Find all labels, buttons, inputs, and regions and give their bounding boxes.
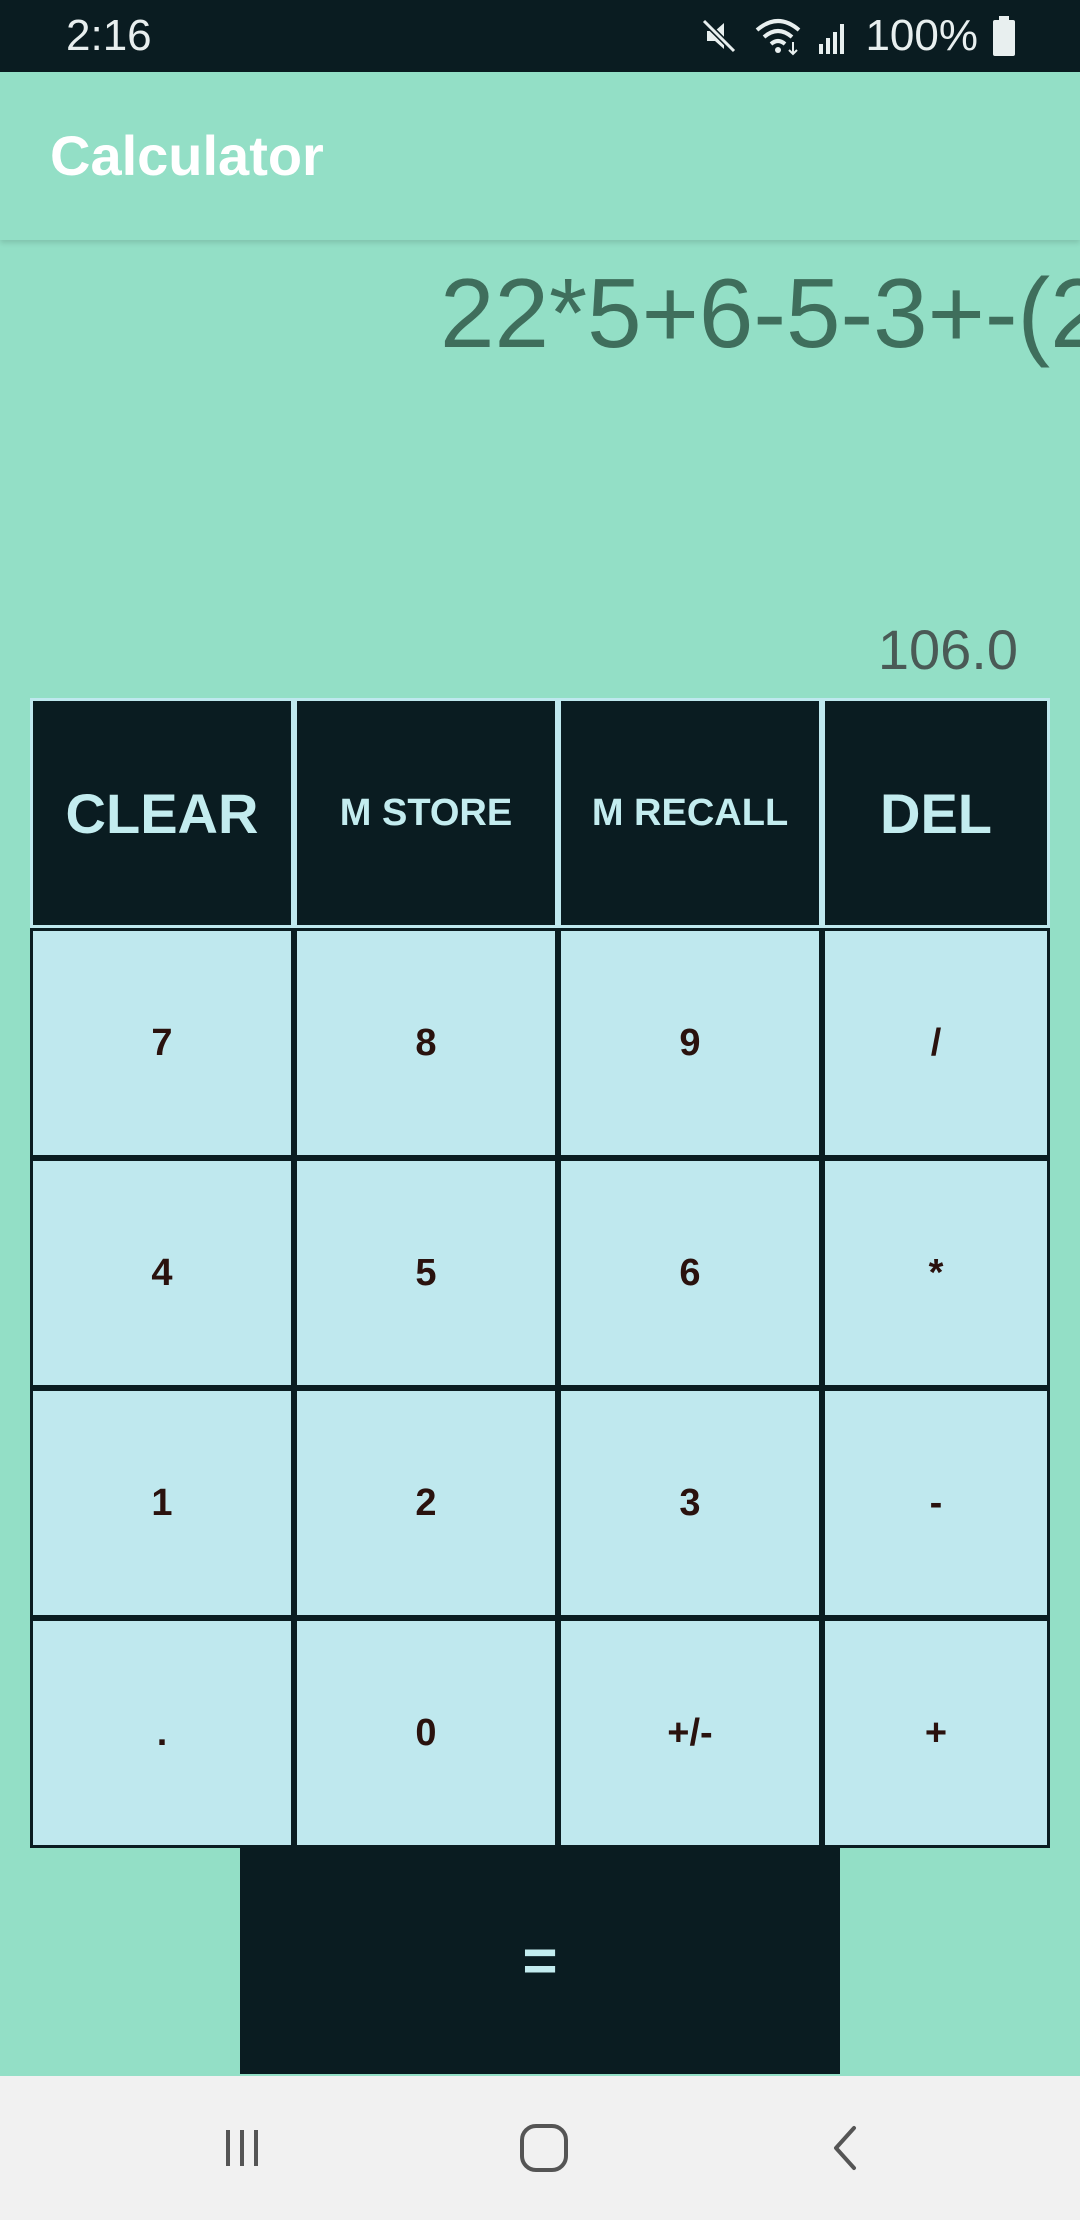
digit-5-button[interactable]: 5 — [294, 1158, 558, 1388]
digit-4-button[interactable]: 4 — [30, 1158, 294, 1388]
add-button[interactable]: + — [822, 1618, 1050, 1848]
digit-0-button[interactable]: 0 — [294, 1618, 558, 1848]
digit-6-button[interactable]: 6 — [558, 1158, 822, 1388]
back-icon[interactable] — [810, 2112, 882, 2184]
function-row: CLEAR M STORE M RECALL DEL — [30, 698, 1050, 928]
equals-button[interactable]: = — [240, 1846, 840, 2074]
battery-percent: 100% — [865, 11, 978, 60]
divide-button[interactable]: / — [822, 928, 1050, 1158]
result-text: 106.0 — [877, 618, 1018, 681]
decimal-button[interactable]: . — [30, 1618, 294, 1848]
key-row-2: 4 5 6 * — [30, 1158, 1050, 1388]
multiply-button[interactable]: * — [822, 1158, 1050, 1388]
home-icon[interactable] — [508, 2112, 580, 2184]
navigation-bar — [0, 2076, 1080, 2220]
digit-9-button[interactable]: 9 — [558, 928, 822, 1158]
digit-7-button[interactable]: 7 — [30, 928, 294, 1158]
expression-display: 22*5+6-5-3+-(2 — [0, 240, 1080, 380]
app-title: Calculator — [50, 124, 324, 187]
signal-icon — [817, 16, 851, 56]
recent-apps-icon[interactable] — [206, 2112, 278, 2184]
wifi-icon — [753, 16, 803, 56]
status-time: 2:16 — [66, 11, 152, 60]
mute-icon — [699, 16, 739, 56]
key-row-3: 1 2 3 - — [30, 1388, 1050, 1618]
delete-button[interactable]: DEL — [822, 698, 1050, 928]
subtract-button[interactable]: - — [822, 1388, 1050, 1618]
digit-2-button[interactable]: 2 — [294, 1388, 558, 1618]
app-bar: Calculator — [0, 72, 1080, 240]
clear-button[interactable]: CLEAR — [30, 698, 294, 928]
key-row-1: 7 8 9 / — [30, 928, 1050, 1158]
digit-3-button[interactable]: 3 — [558, 1388, 822, 1618]
status-bar: 2:16 100% — [0, 0, 1080, 72]
keypad: CLEAR M STORE M RECALL DEL 7 8 9 / 4 5 6… — [30, 698, 1050, 1848]
memory-store-button[interactable]: M STORE — [294, 698, 558, 928]
battery-icon — [992, 15, 1016, 57]
digit-1-button[interactable]: 1 — [30, 1388, 294, 1618]
memory-recall-button[interactable]: M RECALL — [558, 698, 822, 928]
expression-text: 22*5+6-5-3+-(2 — [440, 258, 1080, 368]
key-row-4: . 0 +/- + — [30, 1618, 1050, 1848]
negate-button[interactable]: +/- — [558, 1618, 822, 1848]
digit-8-button[interactable]: 8 — [294, 928, 558, 1158]
status-icons: 100% — [699, 10, 1016, 62]
